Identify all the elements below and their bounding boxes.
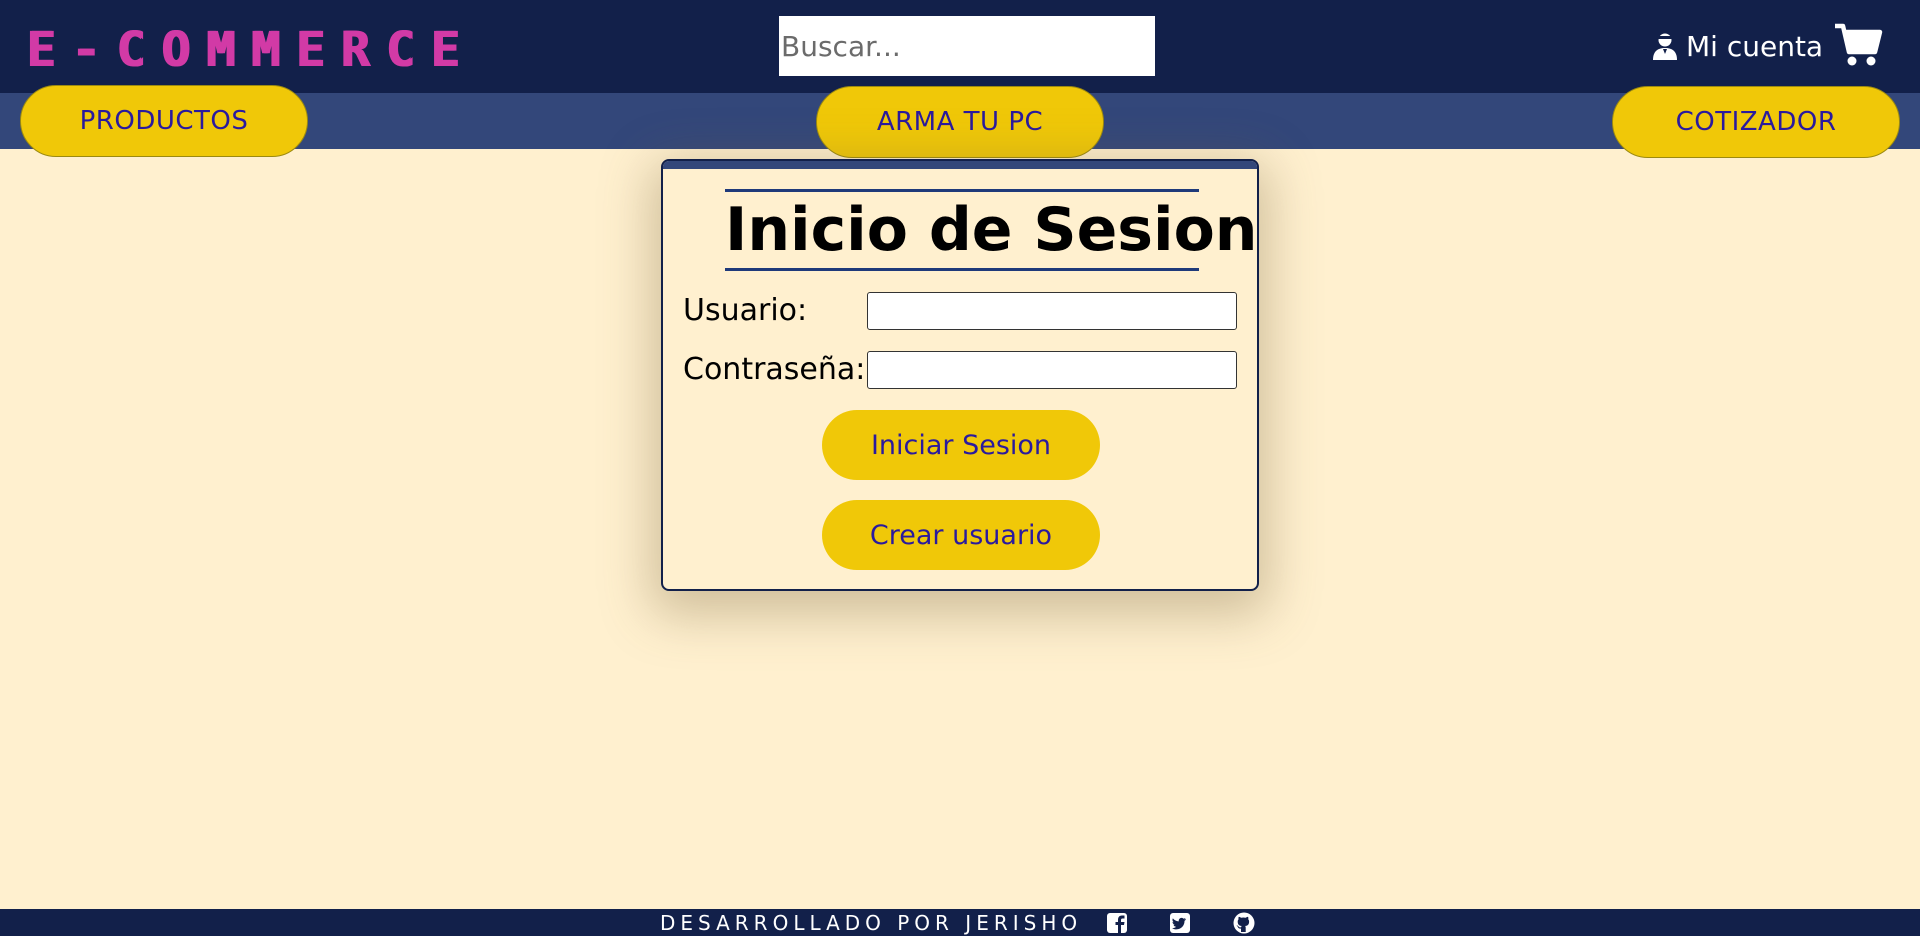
nav-build-pc-button[interactable]: ARMA TU PC (816, 86, 1104, 158)
search-input[interactable] (779, 16, 1155, 76)
create-user-button[interactable]: Crear usuario (822, 500, 1100, 570)
card-top-border (663, 161, 1257, 169)
facebook-icon[interactable] (1106, 912, 1128, 934)
login-card: Inicio de Sesion Usuario: Contraseña: In… (661, 159, 1259, 591)
twitter-icon[interactable] (1169, 912, 1191, 934)
footer-credit: DESARROLLADO POR JERISHO (660, 911, 1083, 935)
page-footer: DESARROLLADO POR JERISHO (0, 909, 1920, 936)
password-input[interactable] (867, 351, 1237, 389)
username-label: Usuario: (683, 293, 808, 328)
user-account-icon (1653, 33, 1677, 60)
nav-quoter-button[interactable]: COTIZADOR (1612, 86, 1900, 158)
top-header: E-COMMERCE Mi cuenta (0, 0, 1920, 93)
username-input[interactable] (867, 292, 1237, 330)
password-label: Contraseña: (683, 352, 866, 387)
github-icon[interactable] (1233, 912, 1255, 934)
nav-products-button[interactable]: PRODUCTOS (20, 85, 308, 157)
login-title: Inicio de Sesion (725, 189, 1257, 271)
account-link[interactable]: Mi cuenta (1652, 26, 1823, 66)
account-label: Mi cuenta (1686, 29, 1824, 63)
shopping-cart-icon[interactable] (1833, 22, 1883, 68)
login-button[interactable]: Iniciar Sesion (822, 410, 1100, 480)
site-logo[interactable]: E-COMMERCE (26, 22, 475, 78)
